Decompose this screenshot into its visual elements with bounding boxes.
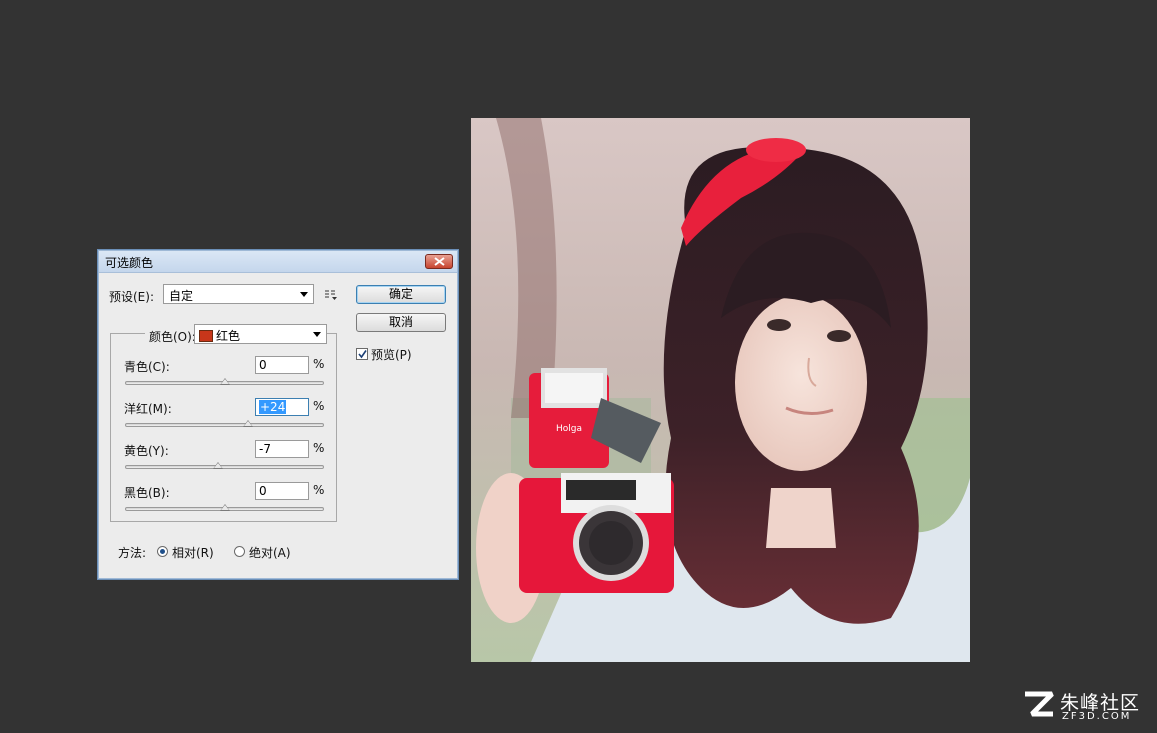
black-value: 0 [259,484,267,498]
colors-select[interactable]: 红色 [194,324,327,344]
relative-label: 相对(R) [172,546,214,560]
preview-checkbox[interactable] [356,348,368,360]
method-label: 方法: [118,546,147,560]
black-slider-track[interactable] [125,504,324,511]
photo-image: Holga [471,118,970,662]
cyan-label: 青色(C): [124,360,170,374]
cyan-slider-track[interactable] [125,378,324,385]
watermark-url: ZF3D.COM [1062,711,1132,722]
yellow-slider-track[interactable] [125,462,324,469]
chevron-down-icon [313,332,321,337]
zf3d-logo-icon [1025,691,1054,717]
red-swatch-icon [199,330,213,342]
close-button[interactable] [425,254,453,269]
selective-color-dialog: 可选颜色 预设(E): 自定 确定 取消 预览(P) 颜色(O): 红色 青色(… [97,249,459,580]
black-slider-thumb[interactable] [219,504,230,511]
percent-label: % [313,357,325,371]
preset-options-icon[interactable] [324,289,338,301]
ok-button[interactable]: 确定 [356,285,446,304]
site-watermark: 朱峰社区 ZF3D.COM [1022,688,1147,724]
yellow-label: 黄色(Y): [124,444,169,458]
absolute-label: 绝对(A) [249,546,291,560]
portrait-photo: Holga [471,118,970,662]
cyan-slider-thumb[interactable] [219,378,230,385]
camera-brand-text: Holga [556,424,582,434]
percent-label: % [313,483,325,497]
magenta-slider-thumb[interactable] [243,420,254,427]
preset-value: 自定 [169,289,194,303]
chevron-down-icon [300,292,308,297]
cyan-value: 0 [259,358,267,372]
cancel-button[interactable]: 取消 [356,313,446,332]
magenta-value: +24 [259,400,287,414]
magenta-input[interactable]: +24 [255,398,309,416]
preset-select[interactable]: 自定 [163,284,314,304]
dialog-titlebar[interactable]: 可选颜色 [99,251,457,273]
absolute-radio[interactable] [234,546,245,557]
black-label: 黑色(B): [124,486,170,500]
colors-label: 颜色(O): [145,328,200,345]
checkmark-icon [358,350,367,359]
black-input[interactable]: 0 [255,482,309,500]
yellow-slider-thumb[interactable] [212,462,223,469]
dialog-title: 可选颜色 [105,256,154,270]
magenta-label: 洋红(M): [124,402,172,416]
colors-value: 红色 [216,329,241,343]
preset-label: 预设(E): [109,290,154,304]
yellow-value: -7 [259,442,271,456]
preview-label: 预览(P) [371,348,412,362]
yellow-input[interactable]: -7 [255,440,309,458]
percent-label: % [313,441,325,455]
cyan-input[interactable]: 0 [255,356,309,374]
magenta-slider-track[interactable] [125,420,324,427]
percent-label: % [313,399,325,413]
close-icon [434,257,445,266]
relative-radio[interactable] [157,546,168,557]
